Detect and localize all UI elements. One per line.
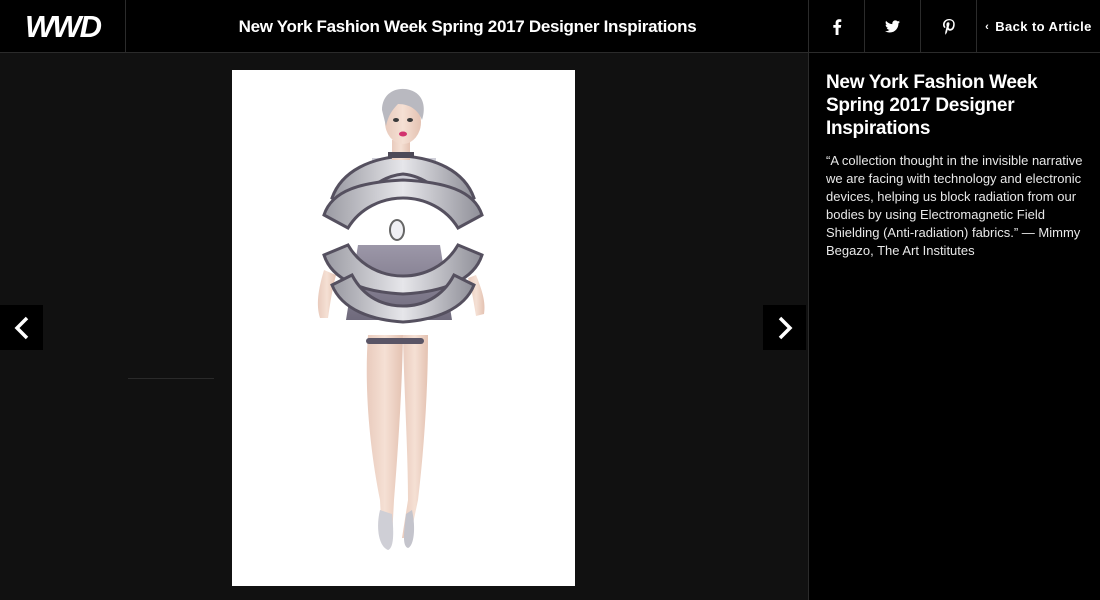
chevron-left-icon: [14, 316, 28, 339]
divider-line: [128, 378, 214, 379]
pinterest-share-button[interactable]: [920, 0, 976, 53]
wwd-logo[interactable]: WWD: [0, 0, 126, 53]
pinterest-icon: [942, 18, 955, 35]
gallery-image: [232, 70, 575, 586]
page-title: New York Fashion Week Spring 2017 Design…: [238, 16, 697, 36]
previous-slide-button[interactable]: [0, 305, 43, 350]
twitter-share-button[interactable]: [864, 0, 920, 53]
facebook-share-button[interactable]: [808, 0, 864, 53]
image-caption: “A collection thought in the invisible n…: [826, 153, 1083, 258]
chevron-left-icon: ‹: [985, 20, 990, 33]
fashion-illustration: [317, 88, 485, 550]
gallery-stage: [0, 53, 808, 600]
next-slide-button[interactable]: [763, 305, 806, 350]
back-to-article-button[interactable]: ‹ Back to Article: [976, 0, 1100, 53]
twitter-icon: [885, 20, 900, 33]
facebook-icon: [832, 18, 841, 35]
back-to-article-label: Back to Article: [995, 19, 1092, 34]
chevron-right-icon: [778, 316, 792, 339]
top-bar: WWD New York Fashion Week Spring 2017 De…: [0, 0, 1100, 53]
caption-sidebar: New York Fashion Week Spring 2017 Design…: [808, 53, 1100, 600]
gallery-title: New York Fashion Week Spring 2017 Design…: [826, 72, 1038, 139]
